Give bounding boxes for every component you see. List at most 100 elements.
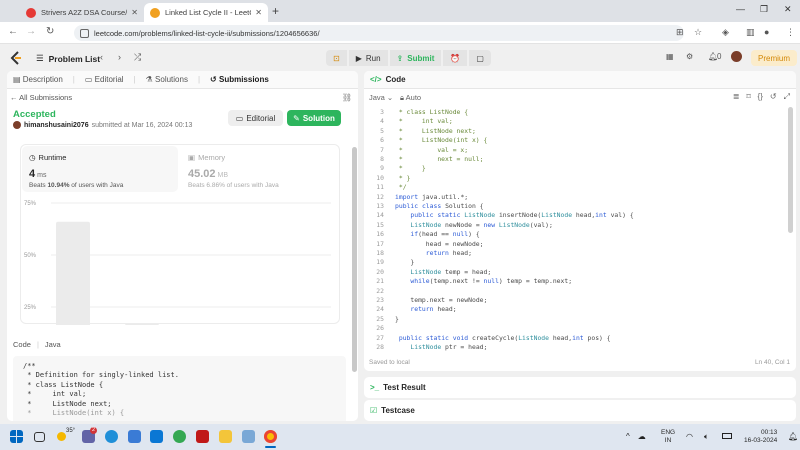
bookmark-star-icon[interactable]: ☆ xyxy=(694,27,702,38)
submission-status: Accepted xyxy=(13,109,56,120)
left-scrollbar[interactable] xyxy=(352,147,357,372)
photos-icon[interactable] xyxy=(242,430,255,443)
line-number: 24 xyxy=(376,305,384,314)
store-icon[interactable] xyxy=(128,430,141,443)
code-line: ListNode temp = head; xyxy=(410,267,492,276)
line-number: 21 xyxy=(376,277,384,286)
editor-scrollbar[interactable] xyxy=(788,107,793,233)
next-problem-icon[interactable]: › xyxy=(118,52,121,62)
tab-submissions[interactable]: ↺ Submissions xyxy=(210,75,269,84)
run-button[interactable]: ▶ Run xyxy=(348,50,388,66)
reset-icon[interactable]: ↺ xyxy=(770,92,777,102)
system-clock[interactable]: 00:13 16-03-2024 xyxy=(744,429,777,445)
line-number: 13 xyxy=(376,202,384,210)
language-select[interactable]: Java ⌄ xyxy=(369,93,393,102)
notes-button[interactable]: ▢ xyxy=(469,50,491,66)
code-header: Code | Java xyxy=(13,340,61,349)
close-tab-icon[interactable]: ✕ xyxy=(131,8,138,17)
new-tab-button[interactable]: + xyxy=(272,4,279,18)
editorial-button[interactable]: ▭ Editorial xyxy=(228,110,283,126)
code-line: public static ListNode insertNode(ListNo… xyxy=(410,211,634,220)
username[interactable]: himanshusaini2076 xyxy=(24,122,89,129)
prev-problem-icon[interactable]: ‹ xyxy=(100,52,103,62)
timer-button[interactable]: ⏰ xyxy=(443,50,468,66)
chrome-active-icon[interactable] xyxy=(264,430,277,443)
line-number: 23 xyxy=(376,296,384,304)
notification-center-icon[interactable]: 🔔︎ xyxy=(788,432,798,441)
browser-tab-striver[interactable]: Strivers A2Z DSA Course/Sheet ✕ xyxy=(20,3,144,22)
code-line: * ListNode next; xyxy=(395,126,476,135)
tab-editorial[interactable]: ▭ Editorial xyxy=(85,75,124,84)
back-icon[interactable]: ← xyxy=(8,26,18,37)
editor-header: </> Code xyxy=(364,71,796,89)
coins-count[interactable]: 0 xyxy=(717,52,721,61)
format-icon[interactable]: ≣ xyxy=(733,92,740,102)
submit-label: Submit xyxy=(407,53,435,63)
browser-tab-leetcode[interactable]: Linked List Cycle II - LeetCode ✕ xyxy=(144,3,268,22)
problem-list-button[interactable]: ☰ Problem List xyxy=(36,53,100,64)
bar xyxy=(125,323,159,325)
windows-start-icon[interactable] xyxy=(10,430,23,443)
share-link-icon[interactable]: ⛓ xyxy=(342,93,352,102)
line-number: 28 xyxy=(376,343,384,351)
leetcode-logo-icon[interactable] xyxy=(10,51,22,65)
submit-button[interactable]: ⇪ Submit xyxy=(389,50,442,66)
y-tick-label: 25% xyxy=(24,305,37,311)
volume-icon[interactable]: 🔈︎ xyxy=(704,432,709,442)
window-close-icon[interactable]: ✕ xyxy=(784,4,792,15)
auto-mode-toggle[interactable]: 🔒︎ Auto xyxy=(400,93,421,103)
edge-icon[interactable] xyxy=(105,430,118,443)
braces-icon[interactable]: {} xyxy=(758,92,763,102)
code-line: public static void createCycle(ListNode … xyxy=(398,333,611,342)
bookmark-icon[interactable]: ⌑ xyxy=(746,92,750,102)
tab-description[interactable]: ▤ Description xyxy=(13,75,63,84)
shuffle-icon[interactable]: ⤮ xyxy=(134,52,141,63)
browser-toolbar: ← → ↻ leetcode.com/problems/linked-list-… xyxy=(0,22,800,44)
user-avatar[interactable] xyxy=(731,51,742,62)
forward-icon[interactable]: → xyxy=(26,26,36,37)
site-info-icon[interactable] xyxy=(80,28,89,38)
tray-chevron-icon[interactable]: ^ xyxy=(626,432,630,441)
weather-temp: 35° xyxy=(66,428,76,434)
notification-badge: 2 xyxy=(90,427,97,434)
battery-icon[interactable] xyxy=(722,433,732,439)
premium-button[interactable]: Premium xyxy=(751,50,798,66)
address-bar[interactable]: leetcode.com/problems/linked-list-cycle-… xyxy=(74,25,684,41)
file-explorer-icon[interactable] xyxy=(219,430,232,443)
debug-button[interactable]: ⊡ xyxy=(326,50,347,66)
solution-button[interactable]: ✎ Solution xyxy=(287,110,341,126)
line-number: 7 xyxy=(380,145,384,154)
layout-icon[interactable]: ▦ xyxy=(666,52,674,61)
tab-solutions[interactable]: ⚗ Solutions xyxy=(146,75,188,84)
fullscreen-icon[interactable]: ⤢ xyxy=(784,92,790,102)
chrome-menu-icon[interactable]: ⋮ xyxy=(786,27,795,38)
sidepanel-icon[interactable]: ▥ xyxy=(746,27,755,38)
code-line: * } xyxy=(395,173,411,182)
task-view-icon[interactable] xyxy=(34,432,45,442)
testcase-panel[interactable]: ☑ Testcase xyxy=(364,400,796,421)
settings-gear-icon[interactable]: ⚙ xyxy=(686,52,693,61)
code-editor[interactable]: 3 * class ListNode {4 * int val; 5 * List… xyxy=(364,106,796,352)
close-tab-icon[interactable]: ✕ xyxy=(255,8,262,17)
reload-icon[interactable]: ↻ xyxy=(46,26,54,37)
all-submissions-link[interactable]: ← All Submissions xyxy=(10,93,72,102)
chrome-icon[interactable] xyxy=(173,430,186,443)
mcafee-icon[interactable] xyxy=(196,430,209,443)
restore-icon[interactable]: ❐ xyxy=(760,4,768,15)
translate-icon[interactable]: ⊞ xyxy=(676,27,684,38)
line-number: 19 xyxy=(376,258,384,267)
line-number: 15 xyxy=(376,220,384,229)
line-number: 11 xyxy=(376,183,384,192)
meet-icon[interactable] xyxy=(150,430,163,443)
extensions-icon[interactable]: ◈ xyxy=(722,27,729,38)
profile-icon[interactable]: ● xyxy=(764,27,769,37)
line-number: 12 xyxy=(376,192,384,201)
cloud-icon[interactable]: ☁ xyxy=(638,432,646,441)
tab-label: Editorial xyxy=(94,75,124,84)
minimize-icon[interactable]: — xyxy=(736,4,745,14)
language-indicator[interactable]: ENG IN xyxy=(661,429,675,445)
weather-icon[interactable] xyxy=(57,432,66,441)
code-line: temp.next = newNode; xyxy=(410,296,488,304)
wifi-icon[interactable]: ◠ xyxy=(686,432,693,441)
test-result-panel[interactable]: >_ Test Result xyxy=(364,377,796,398)
